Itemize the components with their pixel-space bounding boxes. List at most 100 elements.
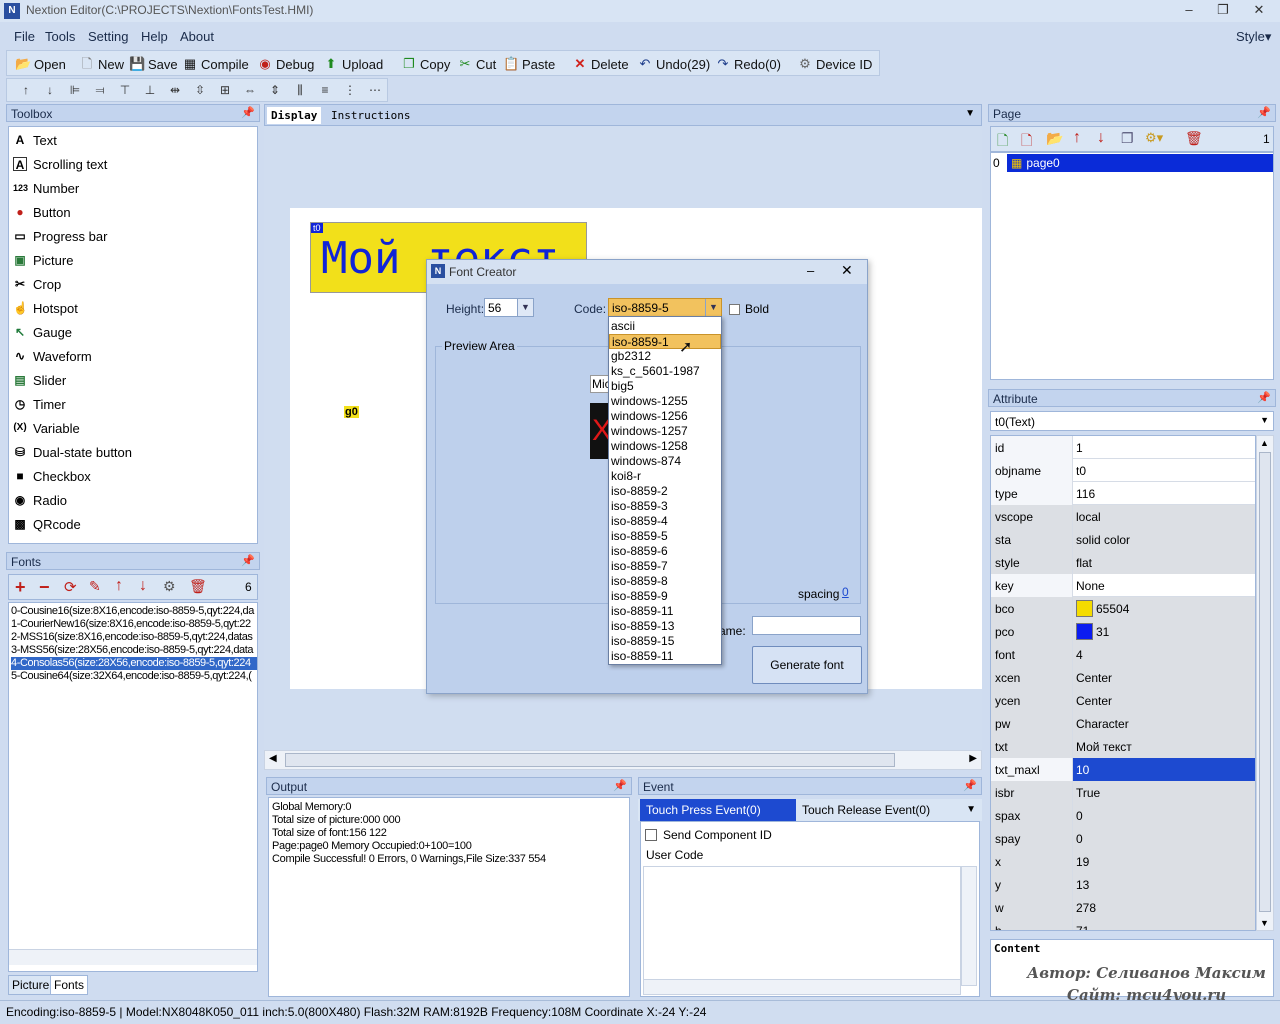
pin-icon[interactable]: 📌 [241, 106, 255, 119]
attribute-row-style[interactable]: style flat [991, 551, 1255, 574]
copy-page-icon[interactable]: ❐ [1121, 130, 1134, 147]
toolbox-item-scrolling-text[interactable]: A Scrolling text [13, 153, 107, 175]
attribute-value[interactable]: 116 [1073, 482, 1255, 505]
code-option[interactable]: windows-1256 [609, 409, 721, 424]
attribute-row-x[interactable]: x 19 [991, 850, 1255, 873]
scroll-down-icon[interactable]: ▼ [1260, 918, 1269, 928]
user-code-vertical-scrollbar[interactable] [961, 866, 977, 986]
menu-tools[interactable]: Tools [45, 29, 75, 44]
toolbox-item-radio[interactable]: ◉ Radio [13, 489, 67, 511]
scroll-thumb[interactable] [285, 753, 895, 767]
spacing-value[interactable]: 0 [842, 585, 849, 599]
attribute-value[interactable]: 1 [1073, 436, 1255, 459]
menu-file[interactable]: File [14, 29, 35, 44]
add-page-icon[interactable]: 🗋 [997, 130, 1008, 154]
delete-button[interactable]: ✕ Delete [572, 54, 629, 74]
font-list-item[interactable]: 0-Cousine16(size:8X16,encode:iso-8859-5,… [11, 605, 257, 618]
toolbox-item-progress-bar[interactable]: ▭ Progress bar [13, 225, 107, 247]
distribute-v-icon[interactable]: ⋯ [366, 82, 384, 98]
attribute-value[interactable]: 4 [1073, 643, 1255, 666]
tab-touch-press[interactable]: Touch Press Event(0) [640, 799, 796, 821]
code-option[interactable]: ks_c_5601-1987 [609, 364, 721, 379]
fonts-horizontal-scrollbar[interactable] [9, 949, 257, 965]
attribute-row-vscope[interactable]: vscope local [991, 505, 1255, 528]
import-page-icon[interactable]: 📂 [1046, 130, 1063, 147]
chevron-down-icon[interactable]: ▼ [517, 299, 533, 316]
code-option[interactable]: iso-8859-6 [609, 544, 721, 559]
scroll-left-icon[interactable]: ◀ [269, 753, 277, 764]
toolbox-item-picture[interactable]: ▣ Picture [13, 249, 73, 271]
pin-icon[interactable]: 📌 [963, 779, 977, 792]
font-name-input[interactable] [752, 616, 861, 635]
compile-button[interactable]: ▦ Compile [182, 54, 249, 74]
attribute-value[interactable]: Character [1073, 712, 1255, 735]
attribute-value[interactable]: 278 [1073, 896, 1255, 919]
code-option[interactable]: big5 [609, 379, 721, 394]
toolbox-item-number[interactable]: 123 Number [13, 177, 79, 199]
attribute-row-bco[interactable]: bco 65504 [991, 597, 1255, 620]
undo-button[interactable]: ↶ Undo(29) [637, 54, 711, 74]
font-list-item[interactable]: 2-MSS16(size:8X16,encode:iso-8859-5,qyt:… [11, 631, 257, 644]
attribute-value[interactable]: True [1073, 781, 1255, 804]
attribute-row-spax[interactable]: spax 0 [991, 804, 1255, 827]
pin-icon[interactable]: 📌 [1257, 106, 1271, 119]
code-option[interactable]: iso-8859-5 [609, 529, 721, 544]
add-font-icon[interactable]: + [15, 577, 26, 598]
scroll-thumb[interactable] [1259, 452, 1271, 912]
attribute-row-type[interactable]: type 116 [991, 482, 1255, 505]
code-option[interactable]: iso-8859-9 [609, 589, 721, 604]
cut-button[interactable]: ✂ Cut [457, 54, 497, 74]
move-down-icon[interactable]: ↓ [139, 577, 147, 595]
trash-icon[interactable]: 🗑 [1185, 130, 1203, 147]
toolbox-item-dual-state-button[interactable]: ⛁ Dual-state button [13, 441, 132, 463]
pin-icon[interactable]: 📌 [1257, 391, 1271, 404]
space-v-icon[interactable]: ≡ [316, 82, 334, 98]
pin-icon[interactable]: 📌 [613, 779, 627, 792]
code-option[interactable]: gb2312 [609, 349, 721, 364]
attribute-row-objname[interactable]: objname t0 [991, 459, 1255, 482]
align-right-icon[interactable]: ⫤ [91, 82, 109, 98]
save-button[interactable]: 💾 Save [129, 54, 178, 74]
menu-help[interactable]: Help [141, 29, 168, 44]
align-bottom-icon[interactable]: ⊥ [141, 82, 159, 98]
style-menu[interactable]: Style▾ [1236, 29, 1271, 45]
maximize-button[interactable]: ❐ [1206, 0, 1240, 22]
page-settings-icon[interactable]: ⚙▾ [1145, 130, 1163, 146]
minimize-icon[interactable]: ‒ [807, 263, 814, 278]
menu-setting[interactable]: Setting [88, 29, 128, 44]
remove-font-icon[interactable]: − [39, 577, 50, 598]
font-list-item[interactable]: 3-MSS56(size:28X56,encode:iso-8859-5,qyt… [11, 644, 257, 657]
toolbox-item-timer[interactable]: ◷ Timer [13, 393, 66, 415]
attribute-value[interactable]: 0 [1073, 804, 1255, 827]
attribute-value[interactable]: solid color [1073, 528, 1255, 551]
user-code-horizontal-scrollbar[interactable] [643, 979, 961, 995]
checkbox-box[interactable] [645, 829, 657, 841]
attribute-row-w[interactable]: w 278 [991, 896, 1255, 919]
attribute-row-isbr[interactable]: isbr True [991, 781, 1255, 804]
color-swatch[interactable] [1076, 623, 1093, 640]
toolbox-item-hotspot[interactable]: ☝ Hotspot [13, 297, 78, 319]
space-h-icon[interactable]: ⫼ [291, 82, 309, 98]
pin-icon[interactable]: 📌 [241, 554, 255, 567]
attribute-value[interactable]: t0 [1073, 459, 1255, 482]
copy-button[interactable]: ❐ Copy [401, 54, 450, 74]
attribute-row-pco[interactable]: pco 31 [991, 620, 1255, 643]
attribute-value[interactable]: flat [1073, 551, 1255, 574]
attribute-row-txt[interactable]: txt Мой текст [991, 735, 1255, 758]
same-height-icon[interactable]: ⇕ [266, 82, 284, 98]
attribute-value[interactable]: None [1073, 574, 1255, 597]
distribute-h-icon[interactable]: ⋮ [341, 82, 359, 98]
code-option[interactable]: iso-8859-1 [609, 334, 721, 349]
attribute-row-spay[interactable]: spay 0 [991, 827, 1255, 850]
g0-component[interactable]: g0 [344, 406, 359, 418]
code-option[interactable]: koi8-r [609, 469, 721, 484]
code-option[interactable]: iso-8859-11 [609, 604, 721, 619]
generate-font-button[interactable]: Generate font [752, 646, 862, 684]
delete-font-icon[interactable]: 🗑 [189, 578, 207, 595]
attribute-value[interactable]: 13 [1073, 873, 1255, 896]
move-up-icon[interactable]: ↑ [115, 577, 123, 595]
tab-fonts[interactable]: Fonts [50, 975, 89, 995]
same-width-icon[interactable]: ⇔ [241, 82, 259, 98]
same-size-icon[interactable]: ⊞ [216, 82, 234, 98]
code-option[interactable]: iso-8859-13 [609, 619, 721, 634]
